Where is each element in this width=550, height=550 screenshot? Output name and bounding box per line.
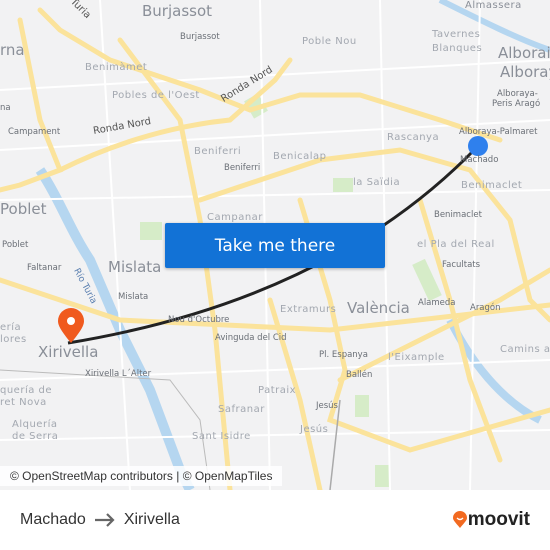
map-label: ería	[0, 322, 22, 333]
map-label: Mislata	[118, 292, 149, 302]
map-label: Campament	[8, 127, 61, 137]
map-label: Poblet	[0, 200, 47, 218]
map-label: l'Eixample	[388, 352, 445, 363]
map-label: Aragón	[470, 303, 501, 313]
moovit-logo: moovit	[452, 509, 530, 531]
map-label: Poblet	[2, 240, 29, 250]
map-label: Alameda	[418, 298, 456, 308]
map-label: de Serra	[12, 431, 59, 442]
map-label: Peris Aragó	[492, 99, 541, 109]
map-label: Beniferri	[194, 146, 242, 157]
map-label: Mislata	[108, 258, 162, 276]
map-label: Machado	[460, 155, 499, 165]
arrow-right-icon	[94, 513, 115, 527]
map-label: Xirivella	[38, 343, 99, 361]
map-label: València	[347, 299, 410, 317]
map-label: Alboraia	[498, 44, 550, 62]
destination-name: Xirivella	[123, 511, 180, 528]
map-label: Tavernes	[432, 29, 481, 40]
map-label: Alquería	[12, 419, 58, 430]
map-label: Patraix	[258, 385, 297, 396]
map-label: Alboraya-Palmaret	[459, 127, 538, 137]
map-label: Facultats	[442, 260, 481, 270]
map-label: Alboraya-	[497, 89, 538, 99]
map-label: Xirivella L´Alter	[85, 369, 152, 379]
map-label: Jesús	[316, 401, 338, 411]
road-label: Nou d'Octubre	[168, 315, 230, 325]
map-label: Jesús	[300, 424, 329, 435]
map-label: Campanar	[207, 212, 263, 223]
map-label: Burjassot	[180, 32, 220, 42]
map-label: rna	[0, 41, 25, 59]
map-label: el Pla del Real	[417, 239, 495, 250]
map-label: na	[0, 103, 11, 113]
map-label: Sant Isidre	[192, 431, 251, 442]
origin-name: Machado	[20, 511, 86, 528]
map-label: la Saïdia	[353, 177, 401, 188]
map-label: Beniferri	[224, 163, 261, 173]
brand-name: moovit	[467, 509, 530, 530]
map[interactable]: Burjassot Burjassot Benimàmet Pobles de …	[0, 0, 550, 490]
map-label: Poble Nou	[302, 36, 357, 47]
map-label: Faltanar	[27, 263, 62, 273]
map-label: Benimaclet	[461, 180, 523, 191]
map-label: Camins a	[500, 344, 550, 355]
map-label: Burjassot	[142, 2, 213, 20]
map-label: Ballén	[346, 370, 373, 380]
map-label: Benicalap	[273, 151, 327, 162]
map-attribution: © OpenStreetMap contributors | © OpenMap…	[0, 466, 283, 486]
map-label: Rascanya	[387, 132, 440, 143]
map-label: lores	[0, 334, 27, 345]
origin-marker[interactable]	[468, 136, 488, 156]
destination-pin-icon[interactable]	[58, 308, 84, 343]
moovit-pin-icon	[452, 511, 467, 528]
map-label: Pobles de l'Oest	[112, 90, 200, 101]
map-label: Extramurs	[280, 304, 337, 315]
map-label: Alboraya	[500, 63, 550, 81]
map-label: Safranar	[218, 404, 265, 415]
map-label: Benimaclet	[434, 210, 482, 220]
take-me-there-button[interactable]: Take me there	[165, 223, 385, 268]
map-label: Blanques	[432, 43, 483, 54]
map-label: ret Nova	[0, 397, 47, 408]
road-label: Avinguda del Cid	[215, 333, 287, 343]
map-label: Benimàmet	[85, 62, 148, 73]
map-label: Almassera	[465, 0, 522, 11]
map-label: Pl. Espanya	[319, 350, 368, 360]
route-summary: Machado Xirivella	[20, 511, 180, 529]
footer: Machado Xirivella moovit	[0, 490, 550, 550]
map-label: quería de	[0, 385, 53, 396]
